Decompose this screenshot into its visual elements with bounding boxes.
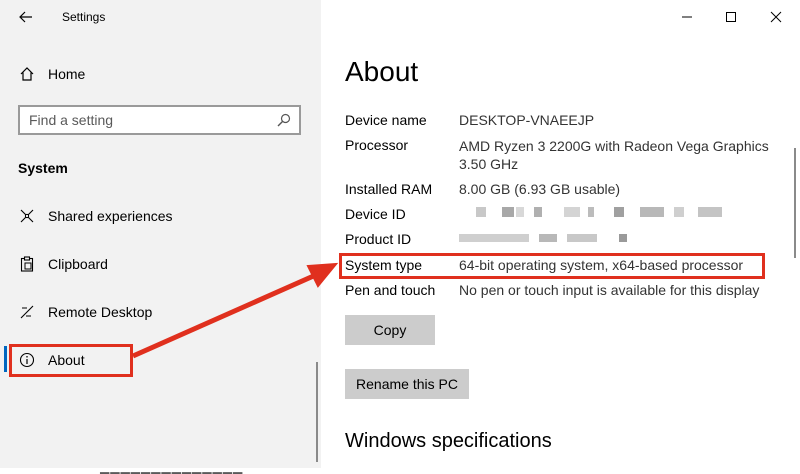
spec-value-device-name: DESKTOP-VNAEEJP xyxy=(459,112,595,128)
system-type-highlight-box xyxy=(339,253,765,279)
sidebar: Settings Home System Shared experiences xyxy=(0,0,321,474)
close-icon xyxy=(770,11,782,23)
about-highlight-box xyxy=(9,344,133,377)
minimize-button[interactable] xyxy=(664,4,710,30)
spec-label-processor: Processor xyxy=(345,137,409,153)
app-title: Settings xyxy=(62,10,106,24)
sidebar-item-label: Clipboard xyxy=(48,256,108,272)
clipboard-icon xyxy=(18,255,36,273)
product-id-redacted xyxy=(459,234,629,246)
spec-label-pen-touch: Pen and touch xyxy=(345,282,436,298)
sidebar-scrollbar[interactable] xyxy=(316,362,318,462)
remote-desktop-icon xyxy=(18,303,36,321)
spec-value-installed-ram: 8.00 GB (6.93 GB usable) xyxy=(459,181,621,197)
sidebar-item-label: Shared experiences xyxy=(48,208,173,224)
clipped-text: ▁▁▁▁▁▁▁▁▁▁▁▁▁▁ xyxy=(100,460,244,474)
shared-experiences-icon xyxy=(18,207,36,225)
search-icon[interactable] xyxy=(277,113,291,127)
spec-label-installed-ram: Installed RAM xyxy=(345,181,433,197)
page-title: About xyxy=(345,56,419,87)
home-icon xyxy=(18,65,36,83)
sidebar-item-label: Home xyxy=(48,66,86,82)
maximize-button[interactable] xyxy=(708,4,754,30)
rename-pc-button[interactable]: Rename this PC xyxy=(345,369,469,399)
spec-label-device-name: Device name xyxy=(345,112,427,128)
spec-value-processor: AMD Ryzen 3 2200G with Radeon Vega Graph… xyxy=(459,138,769,172)
sidebar-item-shared-experiences[interactable]: Shared experiences xyxy=(0,196,321,236)
main-scrollbar[interactable] xyxy=(794,148,796,258)
spec-label-product-id: Product ID xyxy=(345,231,412,247)
copy-button[interactable]: Copy xyxy=(345,315,435,345)
back-arrow-icon xyxy=(19,11,32,23)
sidebar-item-remote-desktop[interactable]: Remote Desktop xyxy=(0,292,321,332)
sidebar-item-home[interactable]: Home xyxy=(0,54,321,94)
maximize-icon xyxy=(726,12,736,22)
sidebar-item-clipboard[interactable]: Clipboard xyxy=(0,244,321,284)
spec-label-device-id: Device ID xyxy=(345,206,406,222)
search-input[interactable] xyxy=(20,111,271,129)
section-title: System xyxy=(18,160,68,176)
spec-value-pen-touch: No pen or touch input is available for t… xyxy=(459,282,760,298)
back-button[interactable] xyxy=(14,6,38,28)
device-id-redacted xyxy=(476,207,726,219)
sidebar-item-label: Remote Desktop xyxy=(48,304,153,320)
search-box[interactable] xyxy=(18,105,301,135)
close-button[interactable] xyxy=(753,4,799,30)
windows-specifications-heading: Windows specifications xyxy=(345,430,552,452)
minimize-icon xyxy=(682,16,692,18)
